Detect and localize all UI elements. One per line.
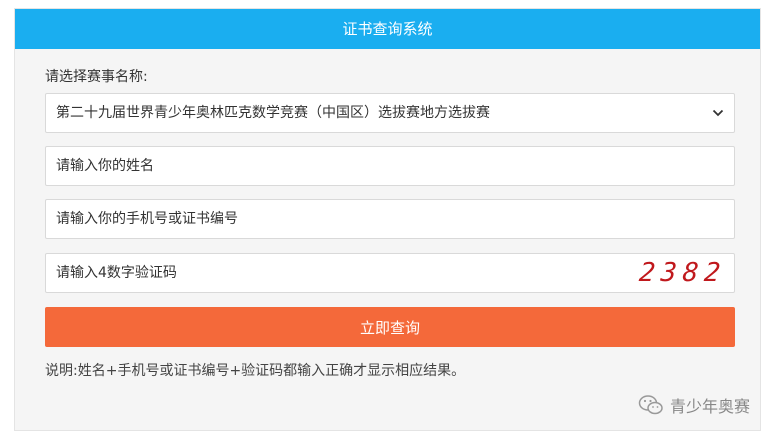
event-select-label: 请选择赛事名称: <box>45 69 148 85</box>
instructions-note: 说明:姓名+手机号或证书编号+验证码都输入正确才显示相应结果。 <box>45 363 466 379</box>
phone-field <box>45 199 735 239</box>
event-select[interactable]: 第二十九届世界青少年奥林匹克数学竞赛（中国区）选拔赛地方选拔赛 <box>45 93 735 133</box>
event-select-value: 第二十九届世界青少年奥林匹克数学竞赛（中国区）选拔赛地方选拔赛 <box>56 105 490 121</box>
captcha-field: 2382 <box>45 253 735 293</box>
chevron-down-icon <box>712 109 724 117</box>
watermark: 青少年奥赛 <box>638 393 750 417</box>
phone-or-certificate-input[interactable] <box>46 200 734 238</box>
wechat-icon <box>638 395 663 415</box>
watermark-text: 青少年奥赛 <box>669 397 750 416</box>
query-panel: 证书查询系统 请选择赛事名称: 第二十九届世界青少年奥林匹克数学竞赛（中国区）选… <box>14 8 761 431</box>
query-button[interactable]: 立即查询 <box>45 307 735 347</box>
captcha-image[interactable]: 2382 <box>624 258 728 288</box>
page-title: 证书查询系统 <box>15 9 760 49</box>
name-input[interactable] <box>46 147 734 185</box>
name-field <box>45 146 735 186</box>
